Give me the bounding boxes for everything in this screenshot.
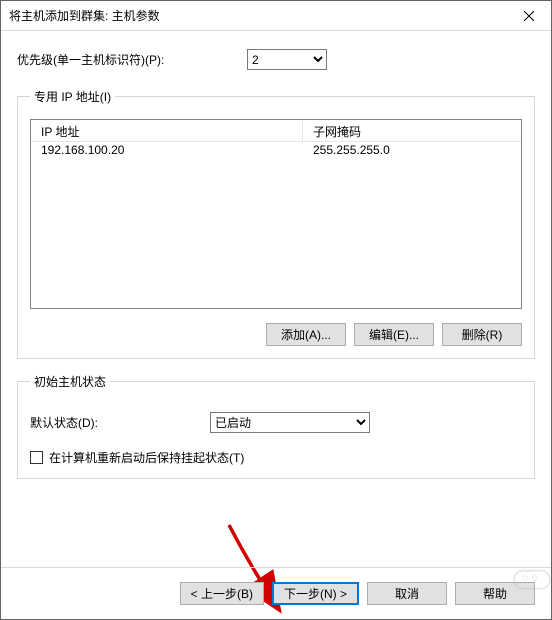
retain-suspend-row[interactable]: 在计算机重新启动后保持挂起状态(T) [30, 449, 522, 466]
cell-mask: 255.255.255.0 [303, 142, 521, 160]
default-state-label: 默认状态(D): [30, 414, 210, 431]
ip-listview[interactable]: IP 地址 子网掩码 192.168.100.20 255.255.255.0 [30, 119, 522, 309]
retain-suspend-checkbox[interactable] [30, 451, 43, 464]
listview-header: IP 地址 子网掩码 [31, 120, 521, 142]
priority-label: 优先级(单一主机标识符)(P): [17, 51, 247, 68]
dialog-window: 将主机添加到群集: 主机参数 优先级(单一主机标识符)(P): 2 专用 IP … [0, 0, 552, 620]
priority-select[interactable]: 2 [247, 49, 327, 70]
close-icon [524, 11, 534, 21]
retain-suspend-label: 在计算机重新启动后保持挂起状态(T) [49, 449, 244, 466]
titlebar: 将主机添加到群集: 主机参数 [1, 1, 551, 31]
dialog-content: 优先级(单一主机标识符)(P): 2 专用 IP 地址(I) IP 地址 子网掩… [1, 31, 551, 567]
wizard-footer: < 上一步(B) 下一步(N) > 取消 帮助 亿速云 [1, 567, 551, 619]
add-button[interactable]: 添加(A)... [266, 323, 346, 346]
ip-buttons-row: 添加(A)... 编辑(E)... 删除(R) [30, 323, 522, 346]
table-row[interactable]: 192.168.100.20 255.255.255.0 [31, 142, 521, 160]
initial-state-group: 初始主机状态 默认状态(D): 已启动 在计算机重新启动后保持挂起状态(T) [17, 373, 535, 479]
remove-button[interactable]: 删除(R) [442, 323, 522, 346]
edit-button[interactable]: 编辑(E)... [354, 323, 434, 346]
ip-address-group: 专用 IP 地址(I) IP 地址 子网掩码 192.168.100.20 25… [17, 88, 535, 359]
next-button[interactable]: 下一步(N) > [272, 582, 359, 605]
column-header-ip[interactable]: IP 地址 [31, 120, 303, 141]
default-state-row: 默认状态(D): 已启动 [30, 412, 522, 433]
back-button[interactable]: < 上一步(B) [180, 582, 264, 605]
default-state-select[interactable]: 已启动 [210, 412, 370, 433]
cell-ip: 192.168.100.20 [31, 142, 303, 160]
column-header-mask[interactable]: 子网掩码 [303, 120, 521, 141]
cancel-button[interactable]: 取消 [367, 582, 447, 605]
ip-group-legend: 专用 IP 地址(I) [30, 88, 115, 105]
help-button[interactable]: 帮助 [455, 582, 535, 605]
priority-row: 优先级(单一主机标识符)(P): 2 [17, 49, 535, 70]
close-button[interactable] [506, 1, 551, 31]
window-title: 将主机添加到群集: 主机参数 [1, 7, 506, 24]
listview-body: 192.168.100.20 255.255.255.0 [31, 142, 521, 308]
initial-state-legend: 初始主机状态 [30, 373, 110, 390]
